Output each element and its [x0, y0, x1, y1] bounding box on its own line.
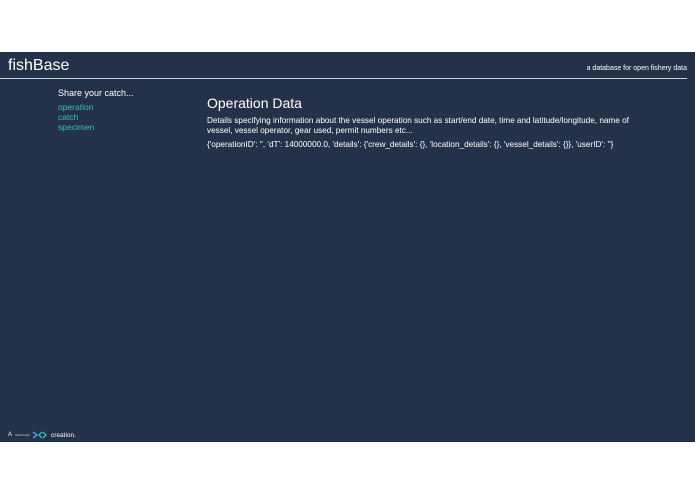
main-content: Operation Data Details specifying inform…	[207, 95, 637, 150]
json-output: {'operationID': '', 'dT': 14000000.0, 'd…	[207, 140, 614, 149]
sidebar-title: Share your catch...	[58, 88, 134, 98]
footer-prefix: A	[8, 432, 13, 438]
footer-suffix: creation.	[51, 431, 76, 439]
fisher-logo-svg	[32, 431, 48, 439]
header: fishBase a database for open fishery dat…	[0, 52, 687, 79]
brand-logo[interactable]: fishBase	[8, 56, 69, 76]
tagline: a database for open fishery data	[586, 65, 687, 72]
footer: A fisherhuber creation.	[8, 430, 76, 440]
page-title: Operation Data	[207, 95, 302, 111]
app-window: fishBase a database for open fishery dat…	[0, 52, 695, 442]
sidebar: Share your catch... operation catch spec…	[58, 88, 178, 132]
footer-logo-text: fisherhuber	[15, 433, 31, 437]
sidebar-link-operation[interactable]: operation	[58, 102, 178, 112]
page-description: Details specifying information about the…	[207, 116, 629, 135]
sidebar-link-catch[interactable]: catch	[58, 112, 178, 122]
fisher-logo-icon[interactable]	[32, 431, 48, 439]
sidebar-link-specimen[interactable]: specimen	[58, 122, 178, 132]
